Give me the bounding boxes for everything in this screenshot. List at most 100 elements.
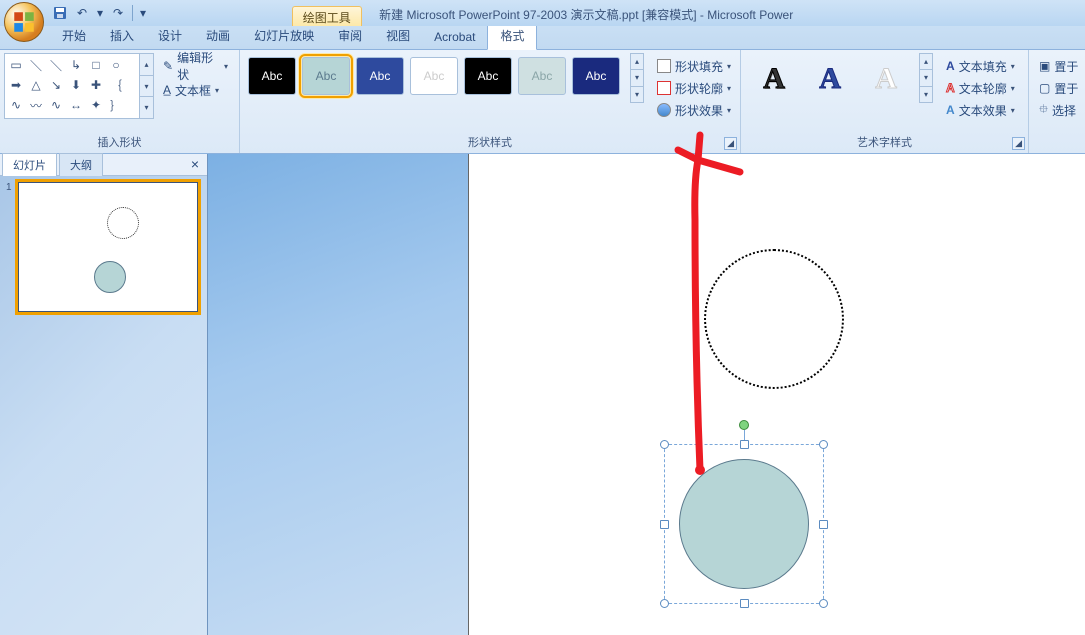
resize-handle-nw[interactable] <box>660 440 669 449</box>
text-fill-button[interactable]: A 文本填充 ▾ <box>941 55 1020 77</box>
tab-format[interactable]: 格式 <box>487 22 537 50</box>
shape-square-icon[interactable]: □ <box>87 56 105 74</box>
resize-handle-ne[interactable] <box>819 440 828 449</box>
style-scroll: ▴ ▾ ▾ <box>630 53 644 103</box>
shape-rect-icon[interactable]: ▭ <box>7 56 25 74</box>
style-scroll-down-icon[interactable]: ▾ <box>631 69 643 86</box>
shape-style-5[interactable]: Abc <box>464 57 512 95</box>
style-more-icon[interactable]: ▾ <box>631 87 643 102</box>
pane-close-icon[interactable]: × <box>187 156 203 172</box>
shape-style-7[interactable]: Abc <box>572 57 620 95</box>
send-back-button[interactable]: ▢ 置于 <box>1035 77 1082 99</box>
shape-style-gallery: AbcAbcAbcAbcAbcAbcAbc <box>244 53 624 99</box>
shape-arrowd-icon[interactable]: ⬇ <box>67 76 85 94</box>
resize-handle-sw[interactable] <box>660 599 669 608</box>
ribbon-tabs: 开始 插入 设计 动画 幻灯片放映 审阅 视图 Acrobat 格式 <box>0 26 1085 50</box>
shape-line-icon[interactable]: ＼ <box>27 56 45 74</box>
resize-handle-se[interactable] <box>819 599 828 608</box>
shapes-gallery[interactable]: ▭ ＼ ＼ ↳ □ ○ ➡ △ ↘ ⬇ ✚ ｛ ∿ 〰 ∿ ↔ ✦ <box>4 53 140 119</box>
tab-slideshow[interactable]: 幻灯片放映 <box>242 23 326 49</box>
shape-brace-icon[interactable]: ｛ <box>107 76 125 94</box>
shape-styles-launcher-icon[interactable]: ◢ <box>724 137 737 150</box>
shape-style-4[interactable]: Abc <box>410 57 458 95</box>
tab-acrobat[interactable]: Acrobat <box>422 26 487 49</box>
wa-scroll-up-icon[interactable]: ▴ <box>920 54 932 69</box>
shape-style-2[interactable]: Abc <box>302 57 350 95</box>
circle-shape[interactable] <box>679 459 809 589</box>
tab-review[interactable]: 审阅 <box>326 23 374 49</box>
tab-anim[interactable]: 动画 <box>194 23 242 49</box>
shape-arrowr-icon[interactable]: ➡ <box>7 76 25 94</box>
wa-scroll-down-icon[interactable]: ▾ <box>920 69 932 86</box>
group-label-arrange <box>1033 136 1082 153</box>
resize-handle-e[interactable] <box>819 520 828 529</box>
shape-style-6[interactable]: Abc <box>518 57 566 95</box>
slide-thumb-1[interactable]: 1 <box>6 182 201 312</box>
office-button[interactable] <box>4 2 44 42</box>
text-outline-icon: A <box>946 81 955 95</box>
shape-curve-icon[interactable]: ∿ <box>7 96 25 114</box>
chevron-down-icon: ▾ <box>1011 106 1015 115</box>
selection-label: 选择 <box>1052 102 1076 119</box>
shape-effects-button[interactable]: 形状效果 ▾ <box>652 99 736 121</box>
dotted-circle-shape[interactable] <box>704 249 844 389</box>
bring-front-button[interactable]: ▣ 置于 <box>1035 55 1082 77</box>
wordart-style-1[interactable]: A <box>749 57 799 101</box>
tab-view[interactable]: 视图 <box>374 23 422 49</box>
title-bar: ↶ ▾ ↷ ▾ 绘图工具 新建 Microsoft PowerPoint 97-… <box>0 0 1085 26</box>
resize-handle-w[interactable] <box>660 520 669 529</box>
shape-style-3[interactable]: Abc <box>356 57 404 95</box>
resize-handle-n[interactable] <box>740 440 749 449</box>
shape-scribble-icon[interactable]: ∿ <box>47 96 65 114</box>
style-scroll-up-icon[interactable]: ▴ <box>631 54 643 69</box>
chevron-down-icon: ▾ <box>1011 62 1015 71</box>
text-effects-button[interactable]: A 文本效果 ▾ <box>941 99 1020 121</box>
slides-pane: 幻灯片 大纲 × 1 <box>0 154 208 635</box>
edit-shape-button[interactable]: ✎ 编辑形状 ▾ <box>158 55 235 77</box>
tab-outline[interactable]: 大纲 <box>59 153 103 176</box>
text-outline-button[interactable]: A 文本轮廓 ▾ <box>941 77 1020 99</box>
shapes-scroll-up-icon[interactable]: ▴ <box>140 54 153 75</box>
shape-fill-button[interactable]: 形状填充 ▾ <box>652 55 736 77</box>
rotation-handle[interactable] <box>739 420 749 430</box>
shapes-more-icon[interactable]: ▾ <box>140 97 153 118</box>
shape-effects-label: 形状效果 <box>675 102 723 119</box>
bring-front-icon: ▣ <box>1039 59 1050 73</box>
shape-outline-button[interactable]: 形状轮廓 ▾ <box>652 77 736 99</box>
quick-access-toolbar: ↶ ▾ ↷ ▾ <box>50 0 149 26</box>
slide-thumbnail[interactable] <box>18 182 198 312</box>
selection-pane-button[interactable]: ⯐ 选择 <box>1035 99 1082 121</box>
text-box-button[interactable]: A̲ 文本框 ▾ <box>158 79 235 101</box>
shape-style-1[interactable]: Abc <box>248 57 296 95</box>
undo-icon[interactable]: ↶ <box>72 3 92 23</box>
save-icon[interactable] <box>50 3 70 23</box>
resize-handle-s[interactable] <box>740 599 749 608</box>
shapes-scroll-down-icon[interactable]: ▾ <box>140 75 153 98</box>
group-insert-shapes: ▭ ＼ ＼ ↳ □ ○ ➡ △ ↘ ⬇ ✚ ｛ ∿ 〰 ∿ ↔ ✦ <box>0 50 240 153</box>
shape-outline-label: 形状轮廓 <box>675 80 723 97</box>
tab-slides[interactable]: 幻灯片 <box>2 153 57 176</box>
redo-icon[interactable]: ↷ <box>108 3 128 23</box>
shape-brace2-icon[interactable]: ｝ <box>107 96 125 114</box>
selected-circle-shape[interactable] <box>664 444 824 604</box>
shape-tri-icon[interactable]: △ <box>27 76 45 94</box>
shape-conn-icon[interactable]: ↳ <box>67 56 85 74</box>
qat-customize-icon[interactable]: ▾ <box>137 3 149 23</box>
shape-oval-icon[interactable]: ○ <box>107 56 125 74</box>
shape-line2-icon[interactable]: ＼ <box>47 56 65 74</box>
tab-insert[interactable]: 插入 <box>98 23 146 49</box>
wordart-style-3[interactable]: A <box>861 57 911 101</box>
wa-more-icon[interactable]: ▾ <box>920 87 932 102</box>
tab-design[interactable]: 设计 <box>146 23 194 49</box>
shape-conn2-icon[interactable]: ↘ <box>47 76 65 94</box>
shape-plus-icon[interactable]: ✚ <box>87 76 105 94</box>
undo-more-icon[interactable]: ▾ <box>94 3 106 23</box>
tab-home[interactable]: 开始 <box>50 23 98 49</box>
shape-star-icon[interactable]: ✦ <box>87 96 105 114</box>
shape-freeform-icon[interactable]: 〰 <box>27 96 45 114</box>
wordart-style-2[interactable]: A <box>805 57 855 101</box>
slide-canvas[interactable] <box>468 154 1085 635</box>
wordart-launcher-icon[interactable]: ◢ <box>1012 137 1025 150</box>
shape-conn3-icon[interactable]: ↔ <box>67 96 85 114</box>
window-title: 绘图工具 新建 Microsoft PowerPoint 97-2003 演示文… <box>0 3 1085 23</box>
